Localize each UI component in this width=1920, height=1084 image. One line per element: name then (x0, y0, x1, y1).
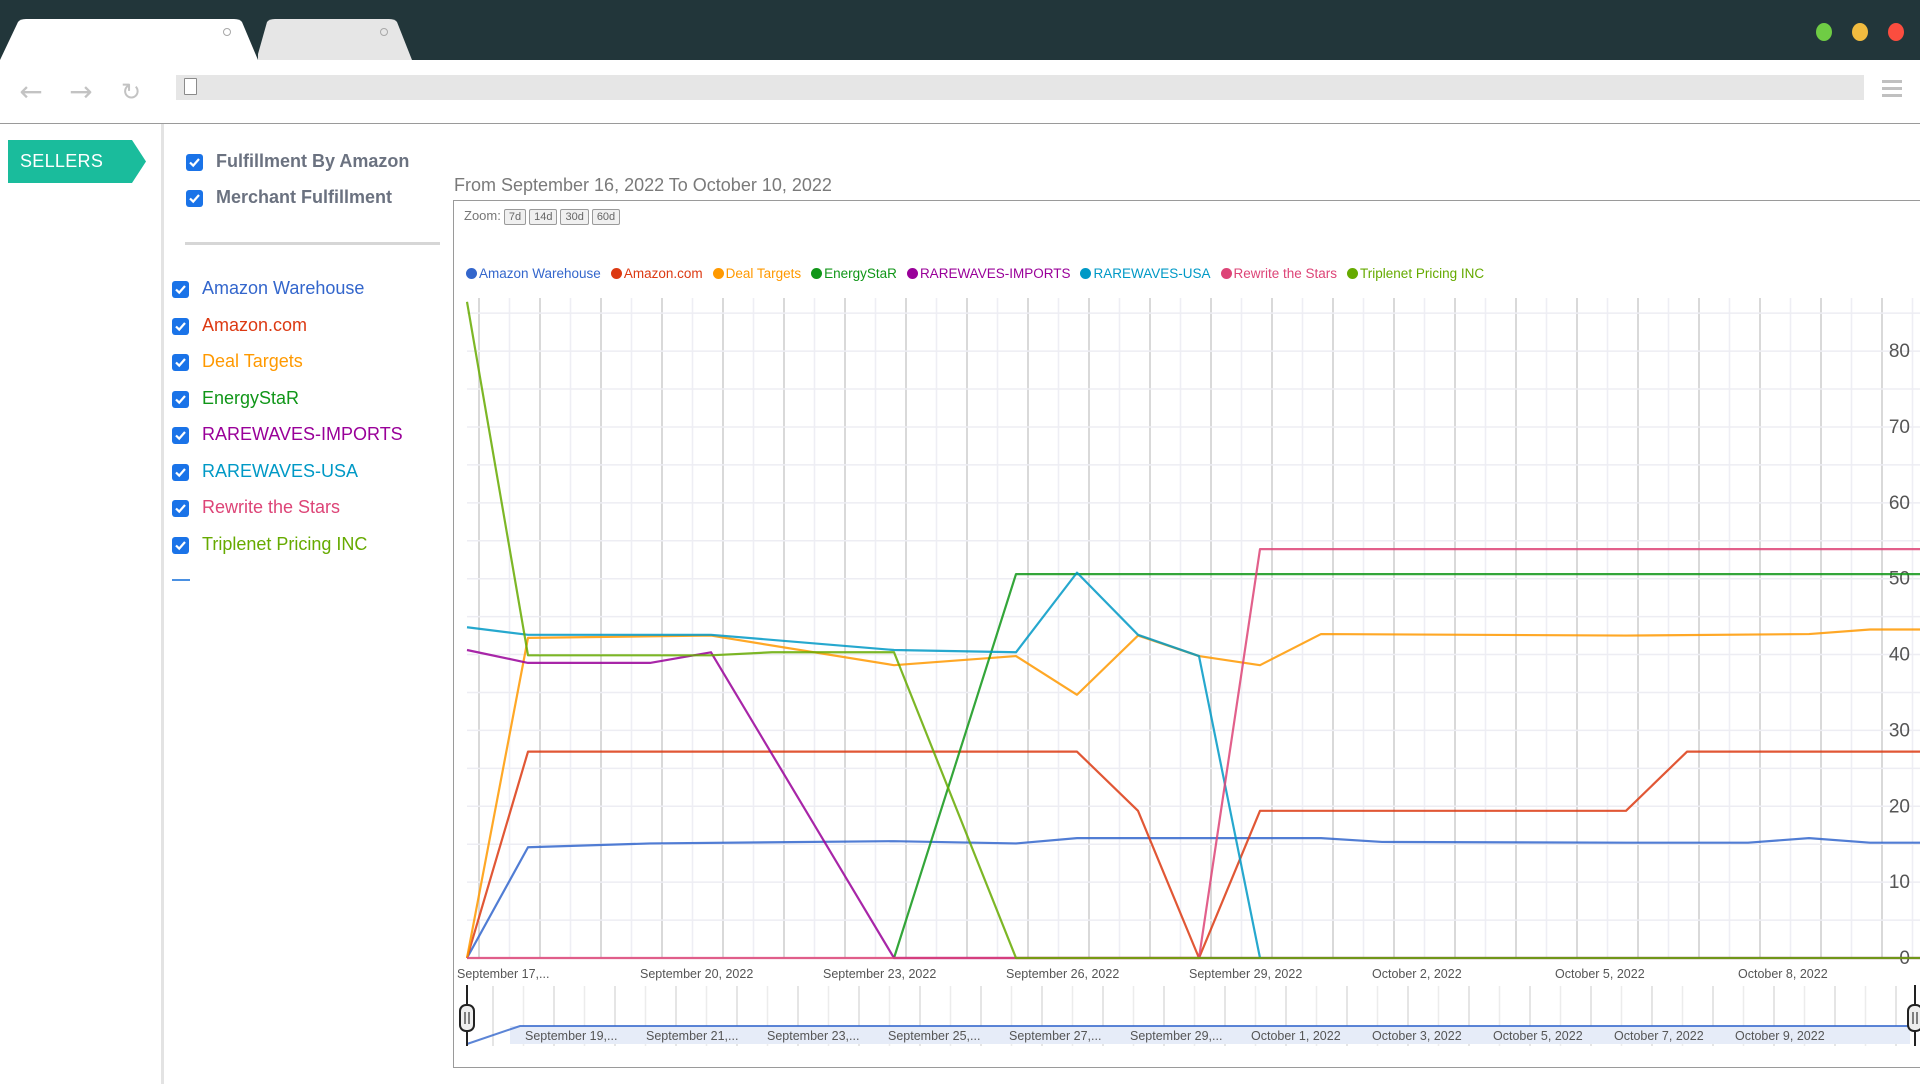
x-tick-label: September 23, 2022 (823, 967, 936, 981)
navigator-label: October 9, 2022 (1735, 1029, 1825, 1043)
series-line (466, 648, 1920, 960)
y-tick-label: 30 (1889, 720, 1910, 741)
navigator-label: September 27,... (1009, 1029, 1101, 1043)
navigator-label: October 3, 2022 (1372, 1029, 1462, 1043)
navigator-label: September 21,... (646, 1029, 738, 1043)
y-tick-label: 50 (1889, 569, 1910, 590)
x-tick-label: October 2, 2022 (1372, 967, 1462, 981)
navigator-label: October 7, 2022 (1614, 1029, 1704, 1043)
x-tick-label: September 26, 2022 (1006, 967, 1119, 981)
y-tick-label: 10 (1889, 872, 1910, 893)
navigator-left-handle[interactable] (459, 1004, 475, 1032)
x-tick-label: October 8, 2022 (1738, 967, 1828, 981)
series-line (465, 301, 1920, 960)
series-line (467, 548, 1920, 960)
navigator-label: September 25,... (888, 1029, 980, 1043)
series-line (892, 573, 1920, 959)
y-tick-label: 80 (1889, 341, 1910, 362)
series-line (465, 750, 1920, 960)
series-line (465, 628, 1920, 959)
navigator-label: October 5, 2022 (1493, 1029, 1583, 1043)
y-tick-label: 60 (1889, 493, 1910, 514)
y-tick-label: 20 (1889, 796, 1910, 817)
navigator-label: September 23,... (767, 1029, 859, 1043)
navigator-right-handle[interactable] (1907, 1004, 1920, 1032)
navigator-label: September 19,... (525, 1029, 617, 1043)
y-tick-label: 70 (1889, 417, 1910, 438)
line-chart: 01020304050607080September 17,... Septemb… (457, 298, 1920, 1046)
x-tick-label: September 17,... (457, 967, 549, 981)
navigator-label: September 29,... (1130, 1029, 1222, 1043)
navigator-label: October 1, 2022 (1251, 1029, 1341, 1043)
y-tick-label: 40 (1889, 645, 1910, 666)
series-line (466, 571, 1262, 959)
x-tick-label: September 20, 2022 (640, 967, 753, 981)
series-line (466, 837, 1920, 959)
x-tick-label: October 5, 2022 (1555, 967, 1645, 981)
x-tick-label: September 29, 2022 (1189, 967, 1302, 981)
